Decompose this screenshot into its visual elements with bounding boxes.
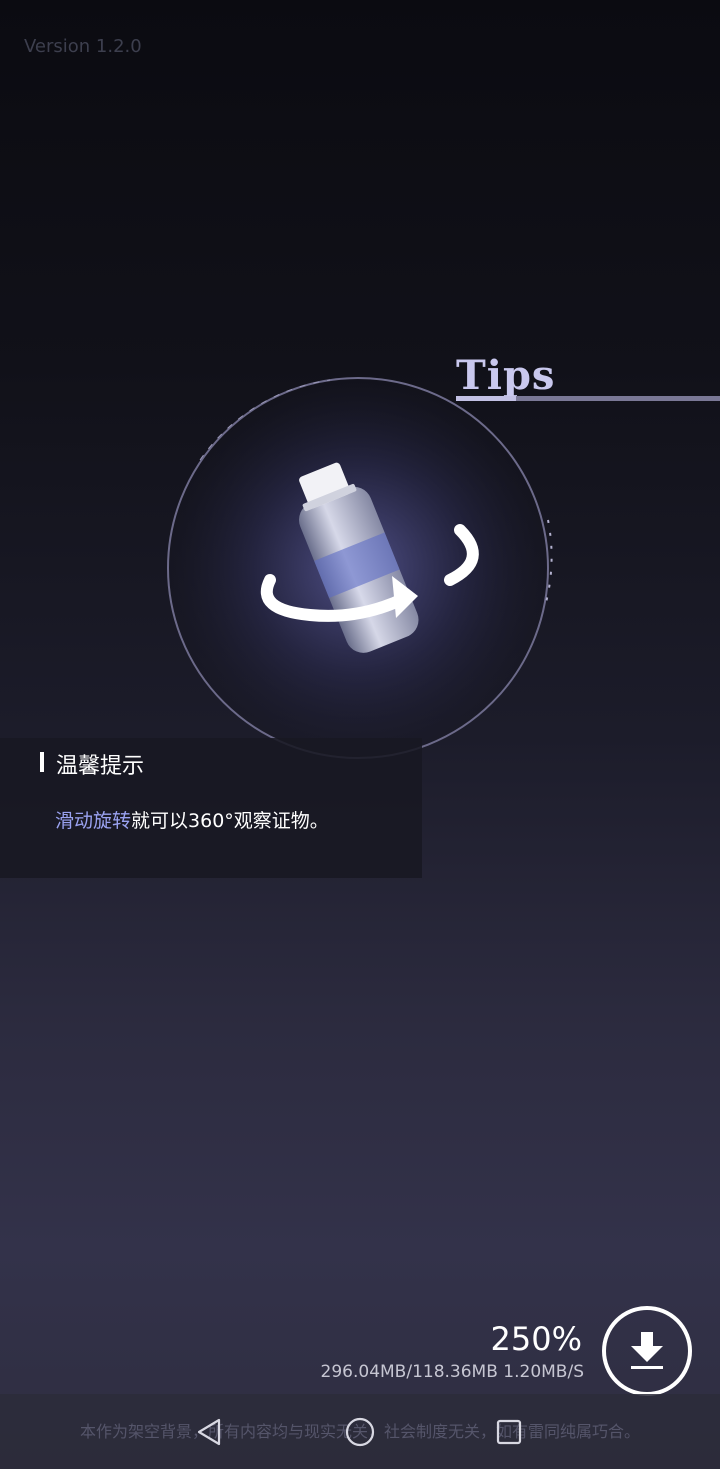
tip-body-text: 就可以360°观察证物。	[131, 810, 329, 832]
evidence-rotate-illustration	[160, 370, 556, 766]
download-stats: 296.04MB/118.36MB 1.20MB/S	[320, 1362, 584, 1382]
download-button[interactable]	[602, 1306, 692, 1396]
tip-heading: 温馨提示	[56, 754, 145, 779]
rotate-bottle-icon	[167, 377, 553, 759]
nav-back-button[interactable]	[192, 1414, 228, 1450]
version-label: Version 1.2.0	[24, 36, 142, 57]
home-circle-icon	[345, 1417, 375, 1447]
download-percent: 250%	[490, 1320, 582, 1358]
recent-square-icon	[496, 1419, 522, 1445]
tip-body: 滑动旋转就可以360°观察证物。	[55, 806, 329, 833]
back-triangle-icon	[197, 1418, 221, 1446]
download-icon	[631, 1332, 663, 1369]
nav-recent-button[interactable]	[491, 1414, 527, 1450]
nav-home-button[interactable]	[342, 1414, 378, 1450]
tip-heading-marker	[40, 752, 44, 772]
tip-body-highlight: 滑动旋转	[55, 810, 132, 832]
